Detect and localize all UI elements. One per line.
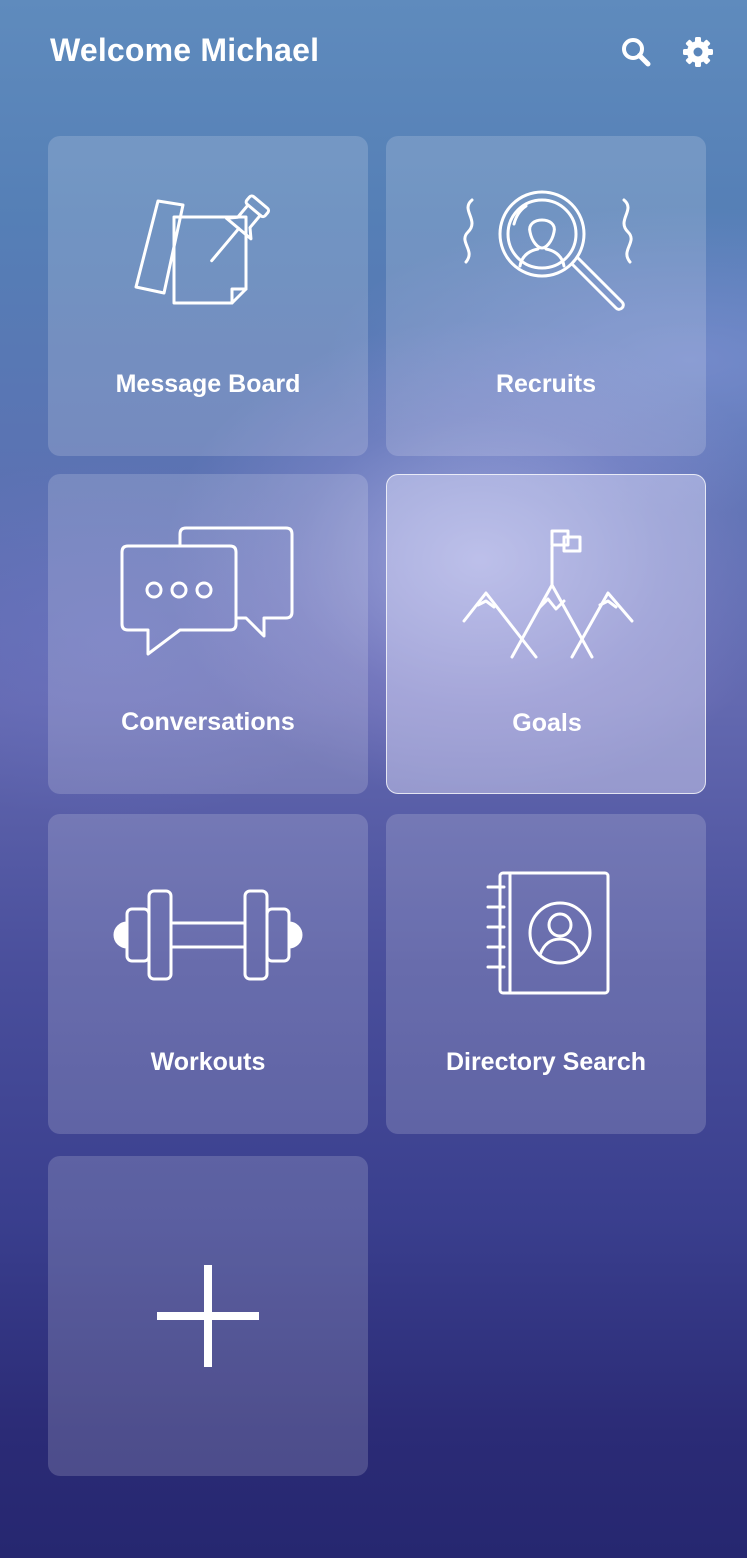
app-screen: Welcome Michael Message Board Recruits C… <box>0 0 747 1558</box>
tile-label: Conversations <box>121 708 295 736</box>
pushpin-note-icon <box>48 176 368 336</box>
address-book-icon <box>386 854 706 1014</box>
gear-icon[interactable] <box>680 34 716 70</box>
tile-label: Message Board <box>115 370 301 398</box>
chat-bubbles-icon <box>48 514 368 674</box>
add-tile-button[interactable] <box>48 1156 368 1476</box>
tile-workouts[interactable]: Workouts <box>48 814 368 1134</box>
dumbbell-icon <box>48 854 368 1014</box>
tile-recruits[interactable]: Recruits <box>386 136 706 456</box>
magnifier-person-icon <box>386 176 706 336</box>
tile-conversations[interactable]: Conversations <box>48 474 368 794</box>
plus-icon <box>48 1236 368 1396</box>
tile-message-board[interactable]: Message Board <box>48 136 368 456</box>
header-bar: Welcome Michael <box>0 0 747 110</box>
tile-directory-search[interactable]: Directory Search <box>386 814 706 1134</box>
tile-label: Directory Search <box>445 1048 647 1076</box>
tile-goals[interactable]: Goals <box>386 474 706 794</box>
tile-label: Workouts <box>150 1048 266 1076</box>
tile-label: Recruits <box>495 370 597 398</box>
page-title: Welcome Michael <box>50 32 320 68</box>
search-icon[interactable] <box>618 34 654 70</box>
mountain-flag-icon <box>387 515 707 675</box>
tile-label: Goals <box>512 709 582 737</box>
